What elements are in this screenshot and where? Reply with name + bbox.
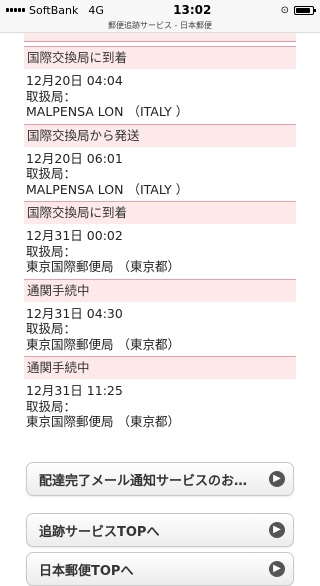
event-datetime: 12月31日 11:25 [26,383,123,398]
event-office-label: 取扱局： [26,398,77,414]
tracking-top-button[interactable]: 追跡サービスTOPへ ▶ [26,513,294,547]
orientation-lock-icon: ⊙ [280,4,289,16]
status-bar: SoftBank 4G 13:02 ⊙ [0,0,320,20]
event-status: 国際交換局に到着 [24,46,296,69]
event-office: 東京国際郵便局 （東京都） [26,414,180,429]
event-status: 国際交換局に到着 [24,201,296,224]
event-office-label: 取扱局： [26,166,77,181]
event-office: 東京国際郵便局 （東京都） [26,259,180,274]
status-right: ⊙ [280,4,316,16]
event-office: MALPENSA LON （ITALY ） [26,181,189,197]
event-office-label: 取扱局： [26,321,77,336]
tracking-event: 通関手続中 12月31日 11:25 取扱局： 東京国際郵便局 （東京都） [0,356,320,430]
clock: 13:02 [173,3,212,17]
event-status: 通関手続中 [24,278,296,302]
event-status: 国際交換局から発送 [24,123,296,147]
event-datetime: 12月20日 04:04 [26,73,123,88]
chevron-right-icon: ▶ [269,561,285,577]
event-datetime: 12月31日 00:02 [26,228,123,243]
tracking-event: 国際交換局から発送 12月20日 06:01 取扱局： MALPENSA LON… [0,123,320,198]
event-datetime: 12月31日 04:30 [26,305,123,321]
event-status: 通関手続中 [24,356,296,379]
chevron-right-icon: ▶ [269,522,285,538]
event-office-label: 取扱局： [26,243,77,259]
status-left: SoftBank 4G [6,4,104,17]
carrier-label: SoftBank [29,3,79,17]
event-office-label: 取扱局： [26,88,77,104]
mail-notification-button[interactable]: 配達完了メール通知サービスのお… ▶ [26,462,294,496]
tracking-event: 国際交換局に到着 12月31日 00:02 取扱局： 東京国際郵便局 （東京都） [0,201,320,275]
tracking-top-label: 追跡サービスTOPへ [39,524,160,540]
event-office: MALPENSA LON （ITALY ） [26,104,189,119]
tracking-event: 国際交換局に到着 12月20日 04:04 取扱局： MALPENSA LON … [0,46,320,120]
page-title-bar[interactable]: 郵便追跡サービス - 日本郵便 [0,20,320,33]
tracking-history: 国際交換局に到着 12月20日 04:04 取扱局： MALPENSA LON … [0,33,320,430]
battery-icon [294,5,316,15]
event-office: 東京国際郵便局 （東京都） [26,336,180,352]
event-datetime: 12月20日 06:01 [26,150,123,166]
japanpost-top-button[interactable]: 日本郵便TOPへ ▶ [26,552,294,586]
previous-row-fragment [24,33,296,42]
signal-icon [6,8,25,12]
tracking-event: 通関手続中 12月31日 04:30 取扱局： 東京国際郵便局 （東京都） [0,278,320,353]
network-label: 4G [88,3,104,17]
chevron-right-icon: ▶ [269,471,285,487]
mail-notification-label: 配達完了メール通知サービスのお… [39,473,248,489]
japanpost-top-label: 日本郵便TOPへ [39,563,134,579]
